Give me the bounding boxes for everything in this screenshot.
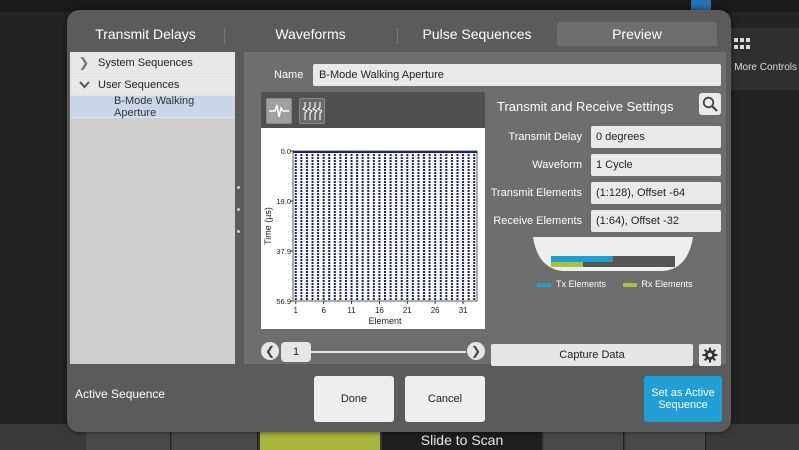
y-tick-label: 56.9 <box>276 297 291 306</box>
transmit-elements-label: Transmit Elements <box>490 187 582 199</box>
transmit-elements-field[interactable]: (1:128), Offset -64 <box>591 182 721 204</box>
set-active-sequence-button[interactable]: Set as Active Sequence <box>644 376 722 422</box>
x-tick-label: 31 <box>459 306 468 315</box>
tab-waveforms[interactable]: Waveforms <box>224 10 397 46</box>
aperture-diagram <box>533 237 693 275</box>
cancel-button[interactable]: Cancel <box>405 376 485 422</box>
more-controls-label: More Controls <box>734 62 797 73</box>
done-button[interactable]: Done <box>314 376 394 422</box>
tree-item-label: B-Mode Walking Aperture <box>114 94 195 119</box>
preview-plot-container: 1 6 11 16 21 26 31 0.0 19.0 37.9 56.9 Element Tim… <box>261 92 485 329</box>
rx-legend-swatch <box>622 282 637 287</box>
multi-waveform-view-button[interactable] <box>299 98 325 124</box>
rx-legend-label: Rx Elements <box>641 279 693 289</box>
slider-track[interactable] <box>311 351 466 353</box>
settings-button[interactable] <box>699 344 721 366</box>
x-tick-label: 11 <box>347 306 356 315</box>
active-sequence-label: Active Sequence <box>75 387 166 401</box>
transmit-delay-label: Transmit Delay <box>508 131 582 143</box>
tree-item-system-sequences[interactable]: ❯ System Sequences <box>70 52 235 74</box>
y-axis-label: Time (µs) <box>263 207 273 245</box>
tab-bar: Transmit Delays Waveforms Pulse Sequence… <box>67 10 731 46</box>
tree-item-label: User Sequences <box>98 78 180 91</box>
zoom-button[interactable] <box>699 93 721 115</box>
panel-splitter[interactable] <box>237 186 241 252</box>
x-tick-label: 26 <box>431 306 440 315</box>
tree-item-b-mode-walking-aperture[interactable]: B-Mode Walking Aperture <box>70 94 235 119</box>
receive-elements-field[interactable]: (1:64), Offset -32 <box>591 210 721 232</box>
grid-icon <box>734 38 750 50</box>
x-tick-label: 21 <box>403 306 412 315</box>
sequence-slider: ❮ 1 ❯ <box>261 342 487 362</box>
x-tick-label: 1 <box>294 306 299 315</box>
y-tick-label: 37.9 <box>276 247 291 256</box>
tx-legend-label: Tx Elements <box>556 279 607 289</box>
waveform-label: Waveform <box>532 159 582 171</box>
waveform-icon <box>269 104 289 118</box>
capture-data-button[interactable]: Capture Data <box>491 344 693 366</box>
chevron-down-icon <box>70 77 98 92</box>
receive-elements-label: Receive Elements <box>493 215 582 227</box>
multi-waveform-icon <box>302 102 322 120</box>
slider-prev-button[interactable]: ❮ <box>261 342 279 360</box>
tree-item-user-sequences[interactable]: User Sequences <box>70 74 235 96</box>
sequence-tree: ❯ System Sequences User Sequences B-Mode… <box>70 52 235 364</box>
rx-elements-bar <box>551 262 583 267</box>
tab-preview[interactable]: Preview <box>557 22 717 46</box>
more-controls-button[interactable]: More Controls <box>731 28 799 90</box>
magnifier-icon <box>702 96 718 112</box>
name-label: Name <box>274 69 304 81</box>
slider-value[interactable]: 1 <box>281 342 311 362</box>
tab-transmit-delays[interactable]: Transmit Delays <box>67 10 224 46</box>
chart-svg: 1 6 11 16 21 26 31 0.019.037.956.9 Element Tim… <box>263 147 478 326</box>
waveform-chart: 1 6 11 16 21 26 31 0.0 19.0 37.9 56.9 Element Tim… <box>261 128 485 329</box>
transmit-delay-field[interactable]: 0 degrees <box>591 126 721 148</box>
single-waveform-view-button[interactable] <box>266 98 292 124</box>
tab-divider <box>397 28 398 44</box>
name-field[interactable]: B-Mode Walking Aperture <box>313 64 721 86</box>
waveform-field[interactable]: 1 Cycle <box>591 154 721 176</box>
chevron-right-icon: ❯ <box>78 54 90 70</box>
settings-title: Transmit and Receive Settings <box>497 99 674 114</box>
gear-icon <box>702 347 718 363</box>
x-axis-label: Element <box>368 316 402 326</box>
sequence-dialog: Transmit Delays Waveforms Pulse Sequence… <box>67 10 731 432</box>
x-tick-label: 16 <box>375 306 384 315</box>
tab-divider <box>224 28 225 44</box>
tree-item-label: System Sequences <box>98 56 193 69</box>
y-tick-label: 0.0 <box>281 147 291 156</box>
dialog-body: ❯ System Sequences User Sequences B-Mode… <box>67 46 731 432</box>
tx-elements-bar <box>551 256 613 262</box>
tx-legend-swatch <box>537 282 551 287</box>
aperture-legend: Tx Elements Rx Elements <box>537 279 697 293</box>
y-tick-label: 19.0 <box>276 197 291 206</box>
slider-next-button[interactable]: ❯ <box>467 342 485 360</box>
tab-pulse-sequences[interactable]: Pulse Sequences <box>397 10 557 46</box>
preview-panel: Name B-Mode Walking Aperture 1 6 11 16 2… <box>244 52 726 366</box>
x-tick-label: 6 <box>321 306 326 315</box>
